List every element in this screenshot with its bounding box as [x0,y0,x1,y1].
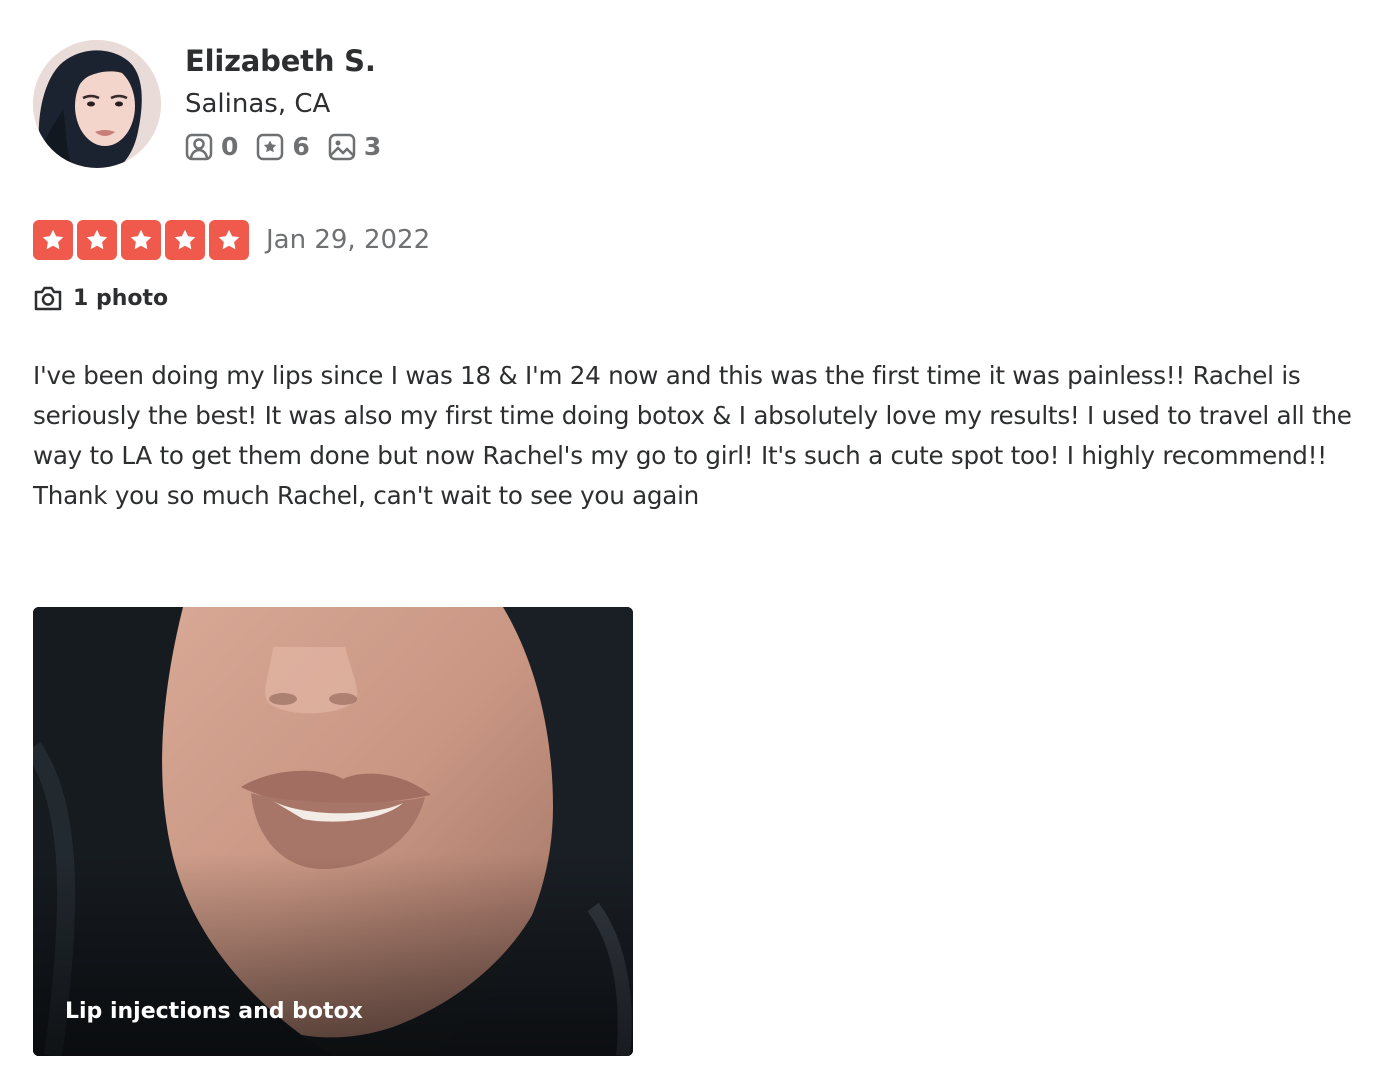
friends-icon [185,133,213,160]
reviews-count: 6 [292,132,310,161]
photos-stat: 3 [328,132,381,161]
friends-stat: 0 [185,132,238,161]
rating-row: Jan 29, 2022 [33,220,1353,260]
review-text: I've been doing my lips since I was 18 &… [33,356,1353,516]
star-icon [77,220,117,260]
star-badge-icon [257,133,284,160]
review-date: Jan 29, 2022 [266,225,431,255]
photo-caption: Lip injections and botox [65,999,363,1024]
reviews-stat: 6 [256,132,310,161]
star-icon [33,220,73,260]
review-paragraph: Thank you so much Rachel, can't wait to … [33,481,700,510]
review-photo[interactable]: Lip injections and botox [33,607,633,1056]
star-rating [33,220,253,260]
reviewer-name[interactable]: Elizabeth S. [185,42,399,80]
reviewer-header: Elizabeth S. Salinas, CA 0 6 3 [33,40,1353,168]
photo-count-link[interactable]: 1 photo [33,284,1353,312]
review-paragraph: I've been doing my lips since I was 18 &… [33,361,1352,470]
image-icon [328,133,356,160]
star-icon [165,220,205,260]
avatar[interactable] [33,40,161,168]
star-icon [209,220,249,260]
photos-count: 3 [363,132,382,161]
photo-count-label: 1 photo [73,285,169,311]
camera-icon [34,286,62,311]
reviewer-location: Salinas, CA [185,89,331,119]
star-icon [121,220,161,260]
reviewer-stats: 0 6 3 [185,132,399,161]
review-card: Elizabeth S. Salinas, CA 0 6 3 Jan 29, 2… [33,40,1353,516]
friends-count: 0 [221,132,239,161]
